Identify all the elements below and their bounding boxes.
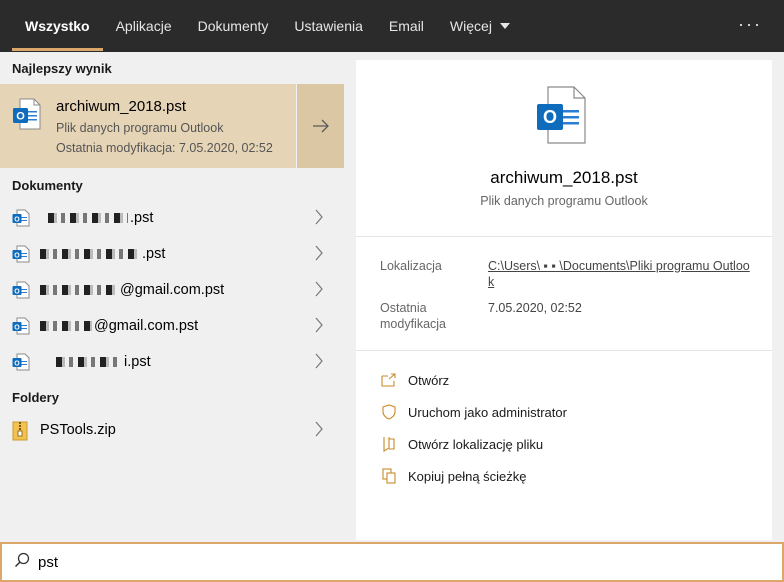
action-open-file-location[interactable]: Otwórz lokalizację pliku (380, 433, 543, 455)
section-title-folders: Foldery (12, 390, 59, 405)
document-name: i.pst (40, 354, 151, 370)
outlook-data-file-icon: O (12, 245, 30, 268)
action-open[interactable]: Otwórz (380, 369, 449, 391)
chevron-right-icon[interactable] (314, 421, 324, 442)
tab-email[interactable]: Email (376, 0, 437, 52)
action-copy-full-path[interactable]: Kopiuj pełną ścieżkę (380, 465, 527, 487)
best-match-name: archiwum_2018.pst (56, 98, 187, 115)
zip-folder-icon (12, 421, 28, 446)
chevron-right-icon[interactable] (314, 317, 324, 338)
outlook-data-file-icon: O (12, 317, 30, 340)
folder-result-row[interactable]: PSTools.zip (0, 412, 344, 448)
best-match-item[interactable]: O archiwum_2018.pst Plik danych programu… (0, 84, 296, 168)
tab-ustawienia[interactable]: Ustawienia (281, 0, 375, 52)
folder-name: PSTools.zip (40, 422, 116, 438)
document-name: .pst (40, 210, 153, 226)
preview-panel: O archiwum_2018.pst Plik danych programu… (356, 60, 772, 540)
chevron-down-icon (499, 23, 510, 29)
redacted-text (48, 213, 128, 224)
section-title-best-match: Najlepszy wynik (12, 61, 112, 76)
chevron-right-icon[interactable] (314, 245, 324, 266)
svg-text:O: O (543, 107, 557, 127)
outlook-data-file-icon: O (12, 281, 30, 304)
folder-location-icon (380, 436, 398, 452)
modified-label: Ostatnia modyfikacja (380, 301, 446, 331)
preview-file-name: archiwum_2018.pst (490, 168, 638, 187)
best-match-result[interactable]: O archiwum_2018.pst Plik danych programu… (0, 84, 344, 168)
arrow-right-icon (312, 119, 329, 133)
svg-text:O: O (16, 111, 25, 123)
ellipsis-icon[interactable]: ··· (738, 14, 762, 35)
search-input[interactable] (38, 553, 738, 571)
section-title-documents: Dokumenty (12, 178, 83, 193)
location-label: Lokalizacja (380, 259, 442, 273)
best-match-type: Plik danych programu Outlook (56, 121, 224, 135)
redacted-text (40, 249, 140, 260)
document-name: .pst (40, 246, 165, 262)
results-panel: Najlepszy wynik O archiwum_2018.pst Plik… (0, 52, 344, 542)
copy-icon (380, 468, 398, 484)
svg-text:O: O (14, 324, 20, 331)
document-name: @gmail.com.pst (40, 318, 198, 334)
tab-wszystko[interactable]: Wszystko (12, 0, 103, 52)
svg-text:O: O (14, 252, 20, 259)
document-result-row[interactable]: O .pst (0, 200, 344, 236)
outlook-data-file-icon: O (536, 86, 586, 149)
document-result-row[interactable]: O .pst (0, 236, 344, 272)
tab-dokumenty[interactable]: Dokumenty (185, 0, 282, 52)
svg-text:O: O (14, 216, 20, 223)
chevron-right-icon[interactable] (314, 209, 324, 230)
svg-text:O: O (14, 360, 20, 367)
redacted-text (40, 321, 92, 332)
svg-text:O: O (14, 288, 20, 295)
chevron-right-icon[interactable] (314, 353, 324, 374)
redacted-text (56, 357, 122, 368)
outlook-data-file-icon: O (12, 209, 30, 232)
preview-file-type: Plik danych programu Outlook (480, 194, 648, 208)
document-result-row[interactable]: O @gmail.com.pst (0, 272, 344, 308)
redacted-text (40, 285, 118, 296)
open-icon (380, 372, 398, 388)
action-run-as-admin[interactable]: Uruchom jako administrator (380, 401, 567, 423)
outlook-data-file-icon: O (12, 98, 42, 135)
tab-wiecej[interactable]: Więcej (437, 0, 523, 52)
divider (356, 236, 772, 237)
location-link[interactable]: C:\Users\ ▪ ▪ \Documents\Pliki programu … (488, 258, 750, 290)
search-scope-tabs: Wszystko Aplikacje Dokumenty Ustawienia … (0, 0, 784, 52)
document-result-row[interactable]: O @gmail.com.pst (0, 308, 344, 344)
chevron-right-icon[interactable] (314, 281, 324, 302)
tab-aplikacje[interactable]: Aplikacje (103, 0, 185, 52)
outlook-data-file-icon: O (12, 353, 30, 376)
best-match-modified: Ostatnia modyfikacja: 7.05.2020, 02:52 (56, 141, 273, 155)
document-result-row[interactable]: O i.pst (0, 344, 344, 380)
divider (356, 350, 772, 351)
search-box[interactable] (0, 542, 784, 582)
search-icon (14, 552, 30, 573)
open-preview-arrow-button[interactable] (296, 84, 344, 168)
document-name: @gmail.com.pst (40, 282, 224, 298)
modified-value: 7.05.2020, 02:52 (488, 301, 582, 315)
shield-icon (380, 404, 398, 420)
